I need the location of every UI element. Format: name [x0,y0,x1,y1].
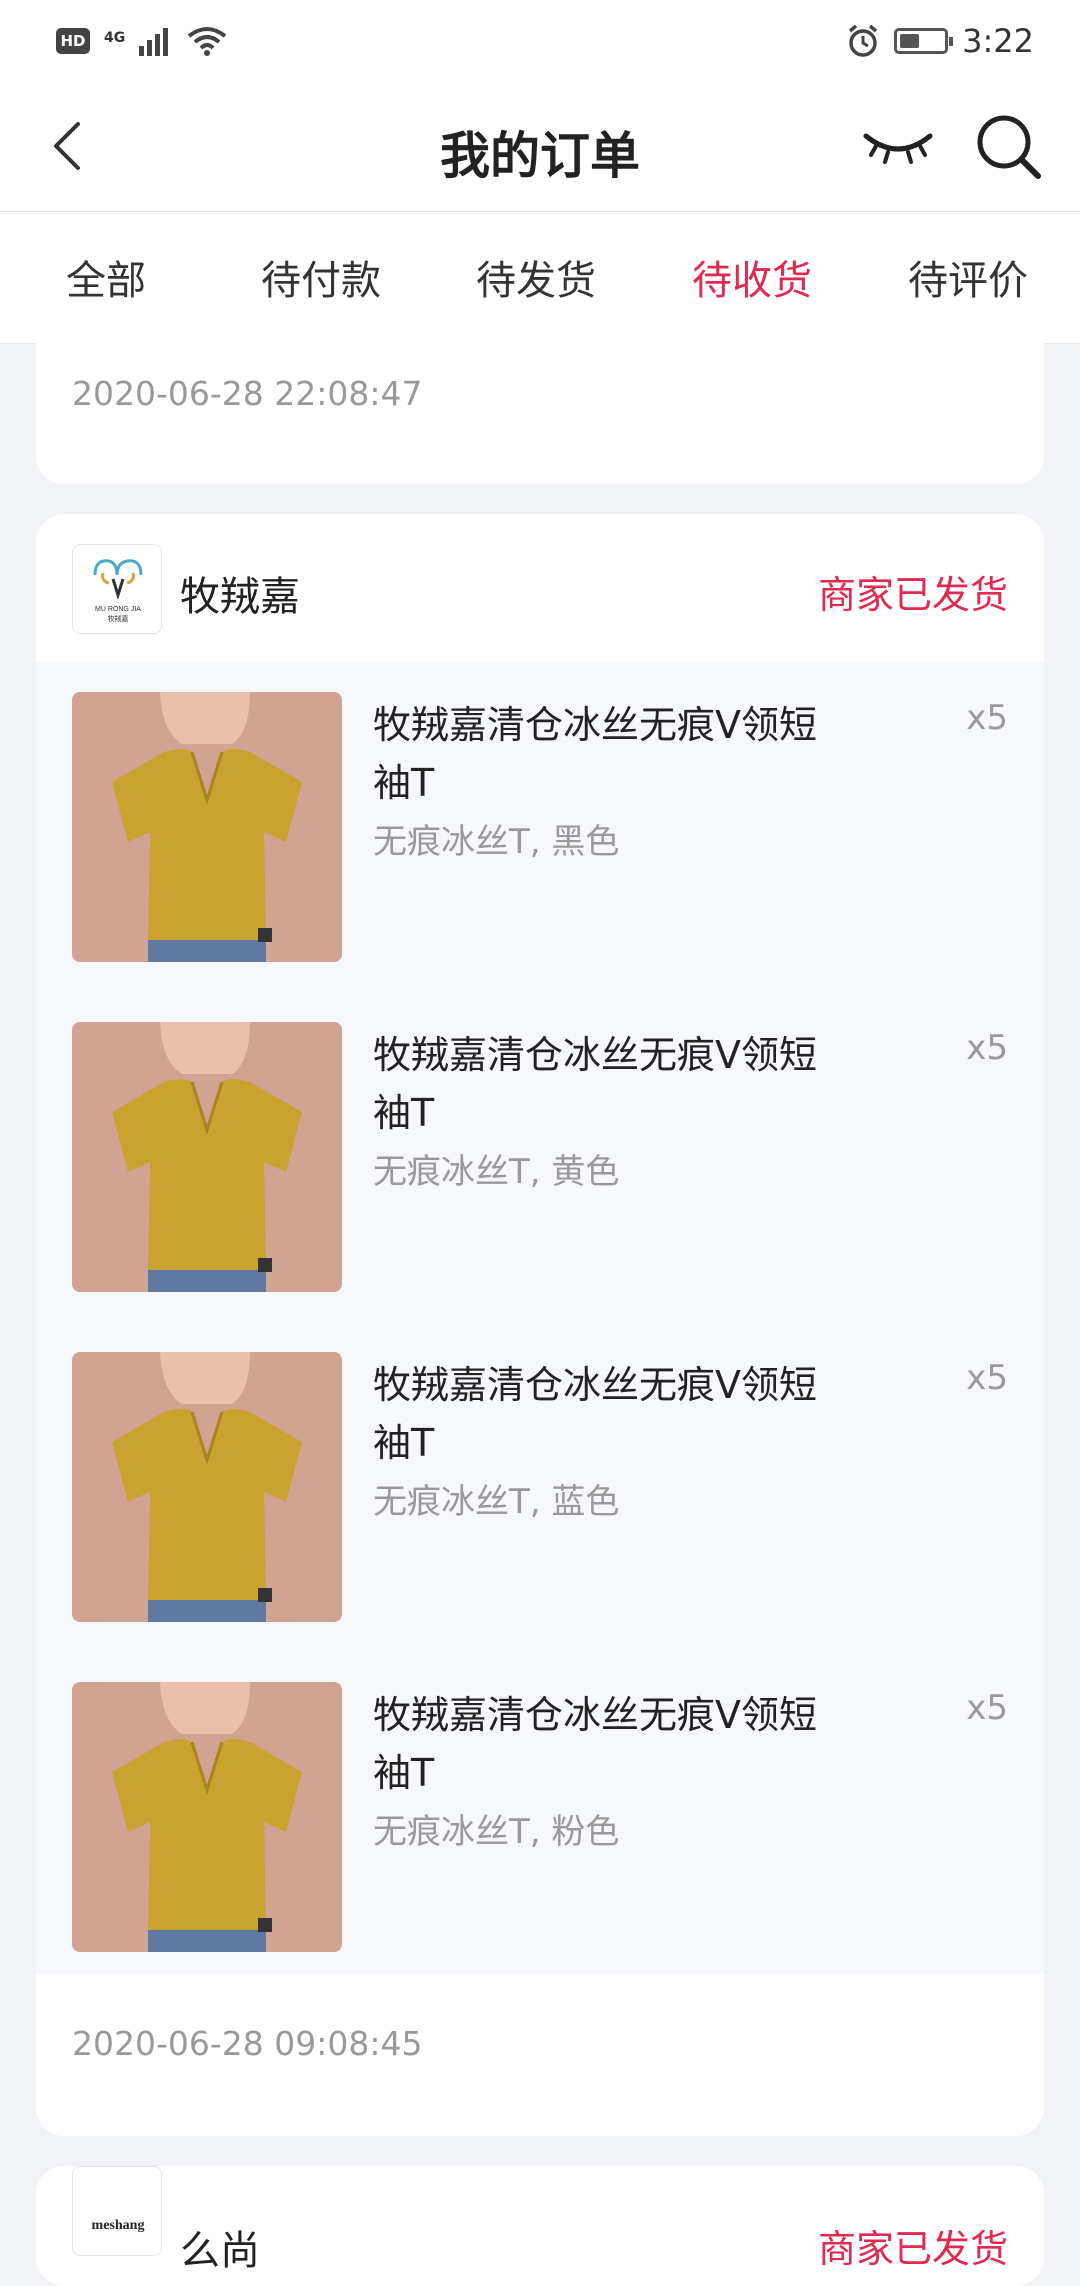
order-item[interactable]: 牧羢嘉清仓冰丝无痕V领短袖T 无痕冰丝T, 蓝色 x5 [36,1352,1044,1652]
product-spec: 无痕冰丝T, 黑色 [373,822,620,862]
status-right: 3:22 [846,22,1034,60]
product-quantity: x5 [966,698,1008,738]
tab-pending-receipt[interactable]: 待收货 [692,248,812,306]
search-icon[interactable] [974,112,1044,182]
tab-pending-payment[interactable]: 待付款 [261,248,381,306]
product-spec: 无痕冰丝T, 粉色 [373,1812,620,1852]
alarm-icon [849,24,878,57]
shop-header[interactable]: MU RONG JIA 牧羢嘉 牧羢嘉 商家已发货 [36,514,1044,662]
product-quantity: x5 [966,1028,1008,1068]
product-image[interactable] [72,1352,342,1622]
shop-logo: MU RONG JIA 牧羢嘉 [72,544,162,634]
hd-icon: HD [56,28,90,54]
tab-all[interactable]: 全部 [66,248,146,306]
order-item[interactable]: 牧羢嘉清仓冰丝无痕V领短袖T 无痕冰丝T, 黑色 x5 [36,692,1044,992]
product-spec: 无痕冰丝T, 蓝色 [373,1482,620,1522]
product-quantity: x5 [966,1358,1008,1398]
clock: 3:22 [962,22,1034,60]
order-status: 商家已发货 [817,2227,1008,2271]
tab-pending-shipment[interactable]: 待发货 [476,248,596,306]
product-name: 牧羢嘉清仓冰丝无痕V领短袖T [373,1033,817,1135]
order-status: 商家已发货 [817,573,1008,617]
signal-icon [139,28,169,56]
order-card[interactable]: meshang 么尚 商家已发货 [36,2166,1044,2286]
nav-header: 我的订单 [0,82,1080,212]
status-left: HD 4G [56,26,227,56]
order-item[interactable]: 牧羢嘉清仓冰丝无痕V领短袖T 无痕冰丝T, 黄色 x5 [36,1022,1044,1322]
status-bar: HD 4G 3:22 [0,0,1080,82]
svg-text:MU RONG JIA: MU RONG JIA [95,606,141,613]
product-name: 牧羢嘉清仓冰丝无痕V领短袖T [373,1693,817,1795]
battery-icon [894,28,954,54]
network-type: 4G [104,30,126,46]
svg-text:meshang: meshang [92,2218,145,2233]
order-card[interactable]: MU RONG JIA 牧羢嘉 牧羢嘉 商家已发货 牧羢嘉清仓冰丝无痕V领短袖T… [36,514,1044,2136]
eye-closed-icon[interactable] [862,122,934,172]
product-quantity: x5 [966,1688,1008,1728]
product-image[interactable] [72,692,342,962]
order-item[interactable]: 牧羢嘉清仓冰丝无痕V领短袖T 无痕冰丝T, 粉色 x5 [36,1682,1044,1982]
tab-pending-review[interactable]: 待评价 [908,248,1028,306]
product-image[interactable] [72,1682,342,1952]
product-image[interactable] [72,1022,342,1292]
wifi-icon [188,27,227,56]
shop-logo: meshang [72,2166,162,2256]
product-name: 牧羢嘉清仓冰丝无痕V领短袖T [373,1363,817,1465]
svg-text:牧羢嘉: 牧羢嘉 [108,614,129,623]
shop-name[interactable]: 么尚 [180,2218,260,2276]
product-name: 牧羢嘉清仓冰丝无痕V领短袖T [373,703,817,805]
order-time: 2020-06-28 09:08:45 [72,2024,423,2063]
product-spec: 无痕冰丝T, 黄色 [373,1152,620,1192]
order-card[interactable]: 2020-06-28 22:08:47 [36,300,1044,484]
order-items: 牧羢嘉清仓冰丝无痕V领短袖T 无痕冰丝T, 黑色 x5 牧羢嘉清仓冰丝无痕V领短… [36,662,1044,1974]
order-time: 2020-06-28 22:08:47 [72,374,423,413]
shop-name[interactable]: 牧羢嘉 [180,564,300,622]
